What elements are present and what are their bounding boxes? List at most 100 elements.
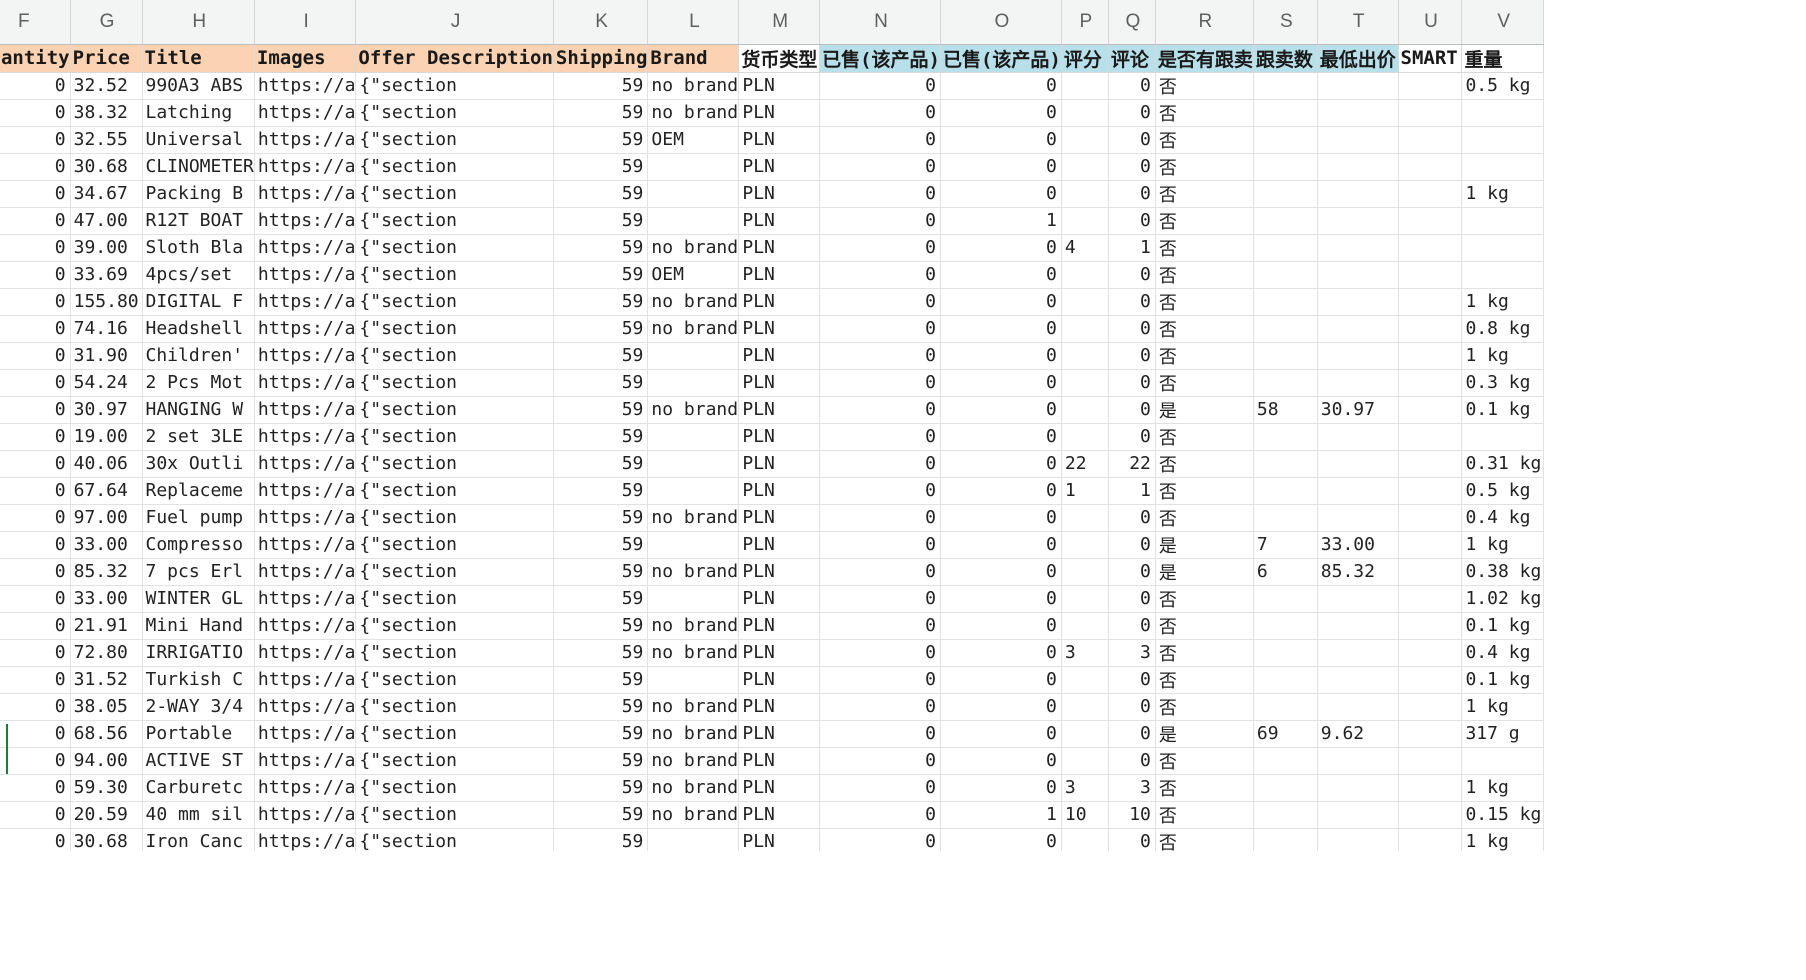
cell-m[interactable]: PLN: [738, 531, 821, 559]
cell-i[interactable]: https://a: [254, 396, 357, 424]
cell-r[interactable]: 是: [1155, 720, 1254, 748]
cell-n[interactable]: 0: [819, 315, 941, 343]
cell-q[interactable]: 0: [1108, 504, 1156, 532]
cell-q[interactable]: 0: [1108, 99, 1156, 127]
cell-u[interactable]: [1398, 261, 1463, 289]
cell-t[interactable]: 30.97: [1317, 396, 1399, 424]
cell-n[interactable]: 0: [819, 369, 941, 397]
field-header-cell[interactable]: 已售(该产品): [940, 44, 1062, 73]
cell-f[interactable]: 0: [0, 396, 71, 424]
cell-l[interactable]: [647, 423, 740, 451]
cell-f[interactable]: 0: [0, 261, 71, 289]
cell-p[interactable]: [1061, 828, 1109, 851]
cell-n[interactable]: 0: [819, 477, 941, 505]
column-header-u[interactable]: U: [1398, 0, 1463, 45]
cell-v[interactable]: 0.38 kg: [1461, 558, 1544, 586]
cell-i[interactable]: https://a: [254, 234, 357, 262]
cell-v[interactable]: 0.4 kg: [1461, 504, 1544, 532]
cell-h[interactable]: 40 mm sil: [142, 801, 255, 829]
cell-m[interactable]: PLN: [738, 153, 821, 181]
cell-g[interactable]: 47.00: [70, 207, 143, 235]
column-header-k[interactable]: K: [553, 0, 649, 45]
column-header-n[interactable]: N: [819, 0, 941, 45]
cell-l[interactable]: no brand: [647, 234, 740, 262]
cell-k[interactable]: 59: [553, 666, 649, 694]
cell-f[interactable]: 0: [0, 747, 71, 775]
cell-m[interactable]: PLN: [738, 666, 821, 694]
cell-t[interactable]: [1317, 801, 1399, 829]
cell-h[interactable]: Carburetc: [142, 774, 255, 802]
cell-k[interactable]: 59: [553, 477, 649, 505]
cell-n[interactable]: 0: [819, 828, 941, 851]
cell-m[interactable]: PLN: [738, 126, 821, 154]
cell-g[interactable]: 54.24: [70, 369, 143, 397]
column-header-t[interactable]: T: [1317, 0, 1399, 45]
cell-o[interactable]: 0: [940, 828, 1062, 851]
cell-h[interactable]: Universal: [142, 126, 255, 154]
field-header-cell[interactable]: Price: [70, 44, 143, 73]
cell-h[interactable]: WINTER GL: [142, 585, 255, 613]
cell-p[interactable]: [1061, 585, 1109, 613]
cell-t[interactable]: [1317, 72, 1399, 100]
cell-n[interactable]: 0: [819, 342, 941, 370]
cell-f[interactable]: 0: [0, 693, 71, 721]
cell-s[interactable]: [1253, 450, 1318, 478]
cell-f[interactable]: 0: [0, 207, 71, 235]
cell-u[interactable]: [1398, 72, 1463, 100]
cell-k[interactable]: 59: [553, 207, 649, 235]
cell-v[interactable]: 0.31 kg: [1461, 450, 1544, 478]
cell-s[interactable]: [1253, 423, 1318, 451]
cell-f[interactable]: 0: [0, 801, 71, 829]
cell-i[interactable]: https://a: [254, 585, 357, 613]
cell-q[interactable]: 0: [1108, 558, 1156, 586]
column-header-h[interactable]: H: [142, 0, 255, 45]
cell-t[interactable]: [1317, 99, 1399, 127]
cell-t[interactable]: [1317, 693, 1399, 721]
cell-u[interactable]: [1398, 99, 1463, 127]
cell-r[interactable]: 否: [1155, 747, 1254, 775]
cell-r[interactable]: 否: [1155, 693, 1254, 721]
cell-j[interactable]: {"section: [355, 261, 554, 289]
cell-j[interactable]: {"section: [355, 612, 554, 640]
cell-s[interactable]: [1253, 504, 1318, 532]
cell-i[interactable]: https://a: [254, 477, 357, 505]
cell-g[interactable]: 68.56: [70, 720, 143, 748]
cell-k[interactable]: 59: [553, 801, 649, 829]
cell-o[interactable]: 0: [940, 396, 1062, 424]
cell-n[interactable]: 0: [819, 99, 941, 127]
column-header-s[interactable]: S: [1253, 0, 1318, 45]
cell-k[interactable]: 59: [553, 693, 649, 721]
cell-l[interactable]: no brand: [647, 720, 740, 748]
cell-u[interactable]: [1398, 558, 1463, 586]
cell-m[interactable]: PLN: [738, 477, 821, 505]
cell-j[interactable]: {"section: [355, 774, 554, 802]
cell-n[interactable]: 0: [819, 207, 941, 235]
cell-m[interactable]: PLN: [738, 720, 821, 748]
cell-s[interactable]: 7: [1253, 531, 1318, 559]
cell-m[interactable]: PLN: [738, 639, 821, 667]
cell-t[interactable]: 85.32: [1317, 558, 1399, 586]
cell-g[interactable]: 74.16: [70, 315, 143, 343]
cell-u[interactable]: [1398, 504, 1463, 532]
cell-k[interactable]: 59: [553, 72, 649, 100]
cell-f[interactable]: 0: [0, 423, 71, 451]
cell-l[interactable]: no brand: [647, 558, 740, 586]
cell-g[interactable]: 32.55: [70, 126, 143, 154]
cell-u[interactable]: [1398, 531, 1463, 559]
cell-l[interactable]: [647, 477, 740, 505]
cell-u[interactable]: [1398, 720, 1463, 748]
cell-r[interactable]: 是: [1155, 396, 1254, 424]
cell-r[interactable]: 否: [1155, 288, 1254, 316]
cell-u[interactable]: [1398, 126, 1463, 154]
cell-p[interactable]: 22: [1061, 450, 1109, 478]
cell-p[interactable]: [1061, 423, 1109, 451]
cell-i[interactable]: https://a: [254, 720, 357, 748]
cell-k[interactable]: 59: [553, 99, 649, 127]
cell-k[interactable]: 59: [553, 423, 649, 451]
cell-u[interactable]: [1398, 396, 1463, 424]
cell-f[interactable]: 0: [0, 774, 71, 802]
cell-g[interactable]: 39.00: [70, 234, 143, 262]
cell-i[interactable]: https://a: [254, 801, 357, 829]
cell-j[interactable]: {"section: [355, 234, 554, 262]
cell-i[interactable]: https://a: [254, 342, 357, 370]
